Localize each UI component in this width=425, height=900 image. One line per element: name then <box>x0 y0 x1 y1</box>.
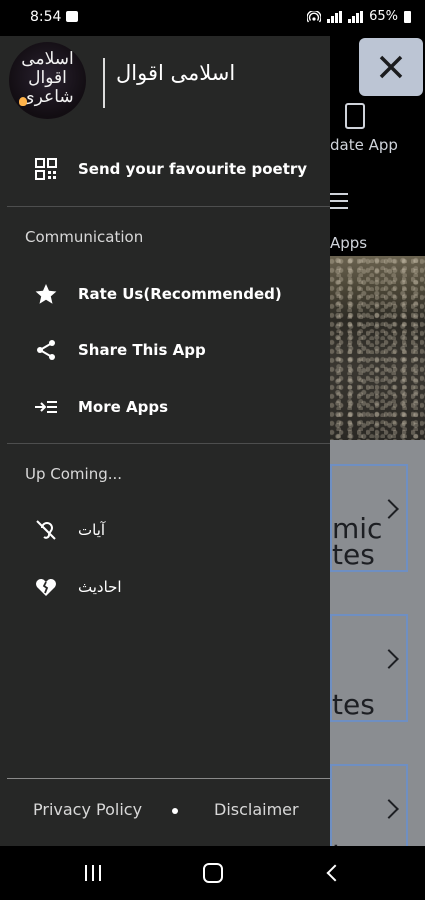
divider <box>7 206 330 207</box>
hadith-label: احادیث <box>78 578 122 596</box>
kaaba-photo <box>330 256 425 440</box>
send-poetry-item[interactable]: Send your favourite poetry <box>0 149 330 189</box>
rate-us-label: Rate Us(Recommended) <box>78 285 282 303</box>
rate-us-item[interactable]: Rate Us(Recommended) <box>0 274 330 314</box>
ayat-label: آیات <box>78 521 106 539</box>
section-communication: Communication <box>25 228 144 246</box>
more-apps-icon <box>35 401 57 413</box>
close-button[interactable] <box>359 38 423 96</box>
qr-grid-icon <box>35 158 57 180</box>
update-app-label: date App <box>330 136 398 154</box>
share-icon <box>37 340 55 360</box>
signal-icon <box>327 10 343 23</box>
section-upcoming: Up Coming... <box>25 465 123 483</box>
disclaimer-link[interactable]: Disclaimer <box>214 800 299 819</box>
system-nav-bar <box>0 846 425 900</box>
signal-icon-2 <box>348 10 364 23</box>
menu-icon[interactable] <box>330 193 348 214</box>
share-app-label: Share This App <box>78 341 206 359</box>
more-apps-item[interactable]: More Apps <box>0 387 330 427</box>
chevron-right-icon <box>379 799 399 819</box>
apps-label: Apps <box>330 234 368 252</box>
battery-percent: 65% <box>369 9 398 24</box>
recents-icon[interactable] <box>85 865 103 881</box>
ayat-item[interactable]: آیات <box>0 510 330 550</box>
footer-divider <box>7 778 330 779</box>
share-app-item[interactable]: Share This App <box>0 330 330 370</box>
battery-icon <box>404 10 411 23</box>
update-app-button[interactable]: date App <box>330 99 425 159</box>
send-poetry-label: Send your favourite poetry <box>78 160 308 178</box>
app-logo: اسلامی اقوال شاعری <box>9 42 86 119</box>
header-divider <box>103 58 105 108</box>
divider <box>7 443 330 444</box>
ear-off-icon <box>36 520 56 540</box>
hotspot-icon <box>307 10 322 22</box>
star-icon <box>35 284 57 304</box>
chevron-right-icon <box>379 649 399 669</box>
privacy-policy-link[interactable]: Privacy Policy <box>33 800 142 819</box>
status-time: 8:54 <box>30 9 62 25</box>
candle-icon <box>19 97 27 106</box>
app-title: اسلامی اقوال <box>116 61 236 85</box>
more-apps-label: More Apps <box>78 398 169 416</box>
hadith-item[interactable]: احادیث <box>0 567 330 607</box>
update-icon <box>345 103 365 129</box>
card-text: tes <box>332 688 375 721</box>
status-bar: 8:54 65% <box>0 0 425 36</box>
category-card[interactable]: mic tes <box>330 464 408 572</box>
category-card[interactable]: tes <box>330 614 408 722</box>
footer-separator-dot <box>172 808 178 814</box>
gallery-notification-icon <box>66 11 78 22</box>
navigation-drawer: اسلامی اقوال شاعری اسلامی اقوال Send you… <box>0 36 330 846</box>
status-right: 65% <box>307 9 411 24</box>
close-icon <box>379 55 403 79</box>
card-text: mic tes <box>332 512 383 571</box>
broken-heart-icon <box>36 579 56 596</box>
home-icon[interactable] <box>203 863 223 883</box>
back-icon[interactable] <box>326 864 344 882</box>
